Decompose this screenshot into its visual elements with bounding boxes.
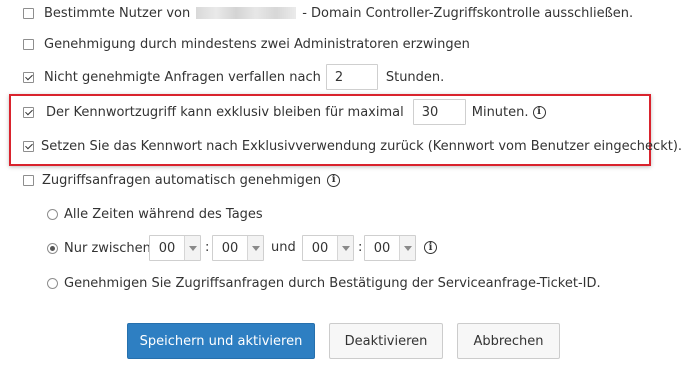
cancel-button[interactable]: Abbrechen — [457, 323, 560, 359]
time-separator: : — [358, 240, 363, 255]
exclude-users-checkbox[interactable] — [23, 7, 34, 19]
info-icon[interactable]: i — [327, 173, 341, 187]
exclusive-access-checkbox[interactable] — [23, 106, 34, 118]
exclude-users-suffix: - Domain Controller-Zugriffskontrolle au… — [302, 5, 634, 21]
reset-password-label: Setzen Sie das Kennwort nach Exklusivver… — [41, 138, 683, 154]
dual-approval-row: Genehmigung durch mindestens zwei Admini… — [23, 35, 470, 53]
exclusive-access-row: Der Kennwortzugriff kann exklusiv bleibe… — [23, 99, 546, 125]
and-label: und — [271, 240, 296, 255]
dual-approval-label: Genehmigung durch mindestens zwei Admini… — [44, 36, 470, 52]
chevron-down-icon — [184, 236, 200, 260]
exclusive-access-label: Der Kennwortzugriff kann exklusiv bleibe… — [46, 104, 404, 120]
chevron-down-icon — [337, 236, 353, 260]
mode-only-between-row: Nur zwischen — [47, 239, 151, 257]
auto-approve-row: Zugriffsanfragen automatisch genehmigen … — [23, 171, 341, 189]
chevron-down-icon — [399, 236, 415, 260]
reset-password-row: Setzen Sie das Kennwort nach Exklusivver… — [23, 137, 682, 155]
expire-requests-label: Nicht genehmigte Anfragen verfallen nach — [44, 69, 321, 85]
start-hour-value: 00 — [158, 240, 176, 256]
end-hour-value: 00 — [311, 240, 329, 256]
exclude-users-row: Bestimmte Nutzer von - Domain Controller… — [23, 4, 633, 22]
auto-approve-checkbox[interactable] — [23, 174, 34, 186]
start-hour-select[interactable]: 00 — [149, 235, 201, 261]
expire-requests-row: Nicht genehmigte Anfragen verfallen nach… — [23, 64, 444, 90]
end-minute-value: 00 — [373, 240, 391, 256]
dual-approval-checkbox[interactable] — [23, 38, 34, 50]
info-icon[interactable]: i — [532, 105, 546, 119]
chevron-down-icon — [247, 236, 263, 260]
expire-requests-unit: Stunden. — [385, 69, 445, 85]
exclusive-minutes-input[interactable] — [412, 99, 466, 125]
mode-all-times-row: Alle Zeiten während des Tages — [47, 205, 263, 223]
expire-requests-checkbox[interactable] — [23, 71, 34, 83]
ticket-radio[interactable] — [47, 277, 58, 289]
expire-hours-input[interactable] — [325, 64, 378, 90]
only-between-label: Nur zwischen — [64, 240, 151, 256]
ticket-label: Genehmigen Sie Zugriffsanfragen durch Be… — [64, 275, 601, 291]
info-icon[interactable]: i — [424, 241, 437, 254]
only-between-radio[interactable] — [47, 242, 58, 254]
deactivate-button[interactable]: Deaktivieren — [329, 323, 443, 359]
redacted-product-name — [196, 7, 297, 19]
time-separator: : — [205, 240, 210, 255]
all-times-label: Alle Zeiten während des Tages — [64, 206, 263, 222]
end-minute-select[interactable]: 00 — [364, 235, 416, 261]
mode-ticket-row: Genehmigen Sie Zugriffsanfragen durch Be… — [47, 274, 601, 292]
start-minute-select[interactable]: 00 — [212, 235, 264, 261]
save-activate-button[interactable]: Speichern und aktivieren — [127, 323, 315, 359]
reset-password-checkbox[interactable] — [23, 140, 34, 152]
all-times-radio[interactable] — [47, 208, 58, 220]
auto-approve-label: Zugriffsanfragen automatisch genehmigen — [42, 172, 322, 188]
exclude-users-prefix: Bestimmte Nutzer von — [44, 5, 191, 21]
exclusive-access-unit: Minuten. — [471, 104, 529, 120]
end-hour-select[interactable]: 00 — [302, 235, 354, 261]
start-minute-value: 00 — [221, 240, 239, 256]
